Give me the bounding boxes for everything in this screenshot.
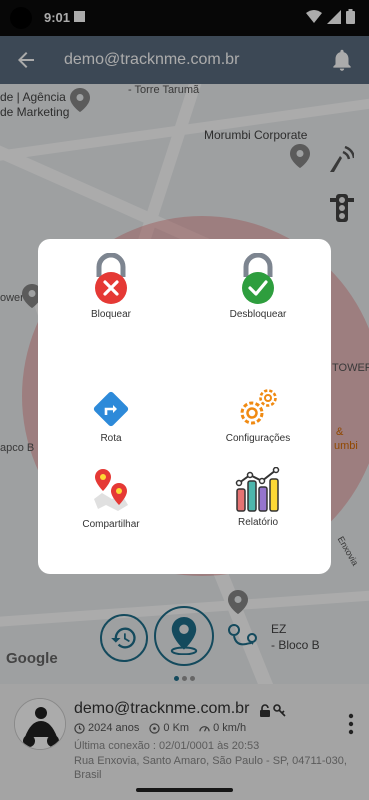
share-label: Compartilhar [82,519,140,530]
block-label: Bloquear [90,309,132,320]
gears-icon [240,389,277,425]
route-option[interactable]: Rota [38,389,184,444]
route-sign-icon [93,391,129,427]
bar-chart-report-icon [235,467,280,512]
share-option[interactable]: Compartilhar [38,467,184,530]
report-label: Relatório [237,517,279,528]
actions-dialog: Bloquear Desbloquear Rota Configurações … [38,239,331,574]
settings-option[interactable]: Configurações [185,387,331,444]
lock-block-icon [95,253,127,304]
block-option[interactable]: Bloquear [38,253,184,320]
lock-unblock-icon [242,253,274,304]
unblock-label: Desbloquear [229,309,287,320]
settings-label: Configurações [225,433,291,444]
unblock-option[interactable]: Desbloquear [185,253,331,320]
app-screen: 9:01 demo@tracknme.com.br de | Agência d… [0,0,369,800]
report-option[interactable]: Relatório [185,467,331,528]
map-pins-share-icon [94,469,128,511]
route-label: Rota [100,433,122,444]
